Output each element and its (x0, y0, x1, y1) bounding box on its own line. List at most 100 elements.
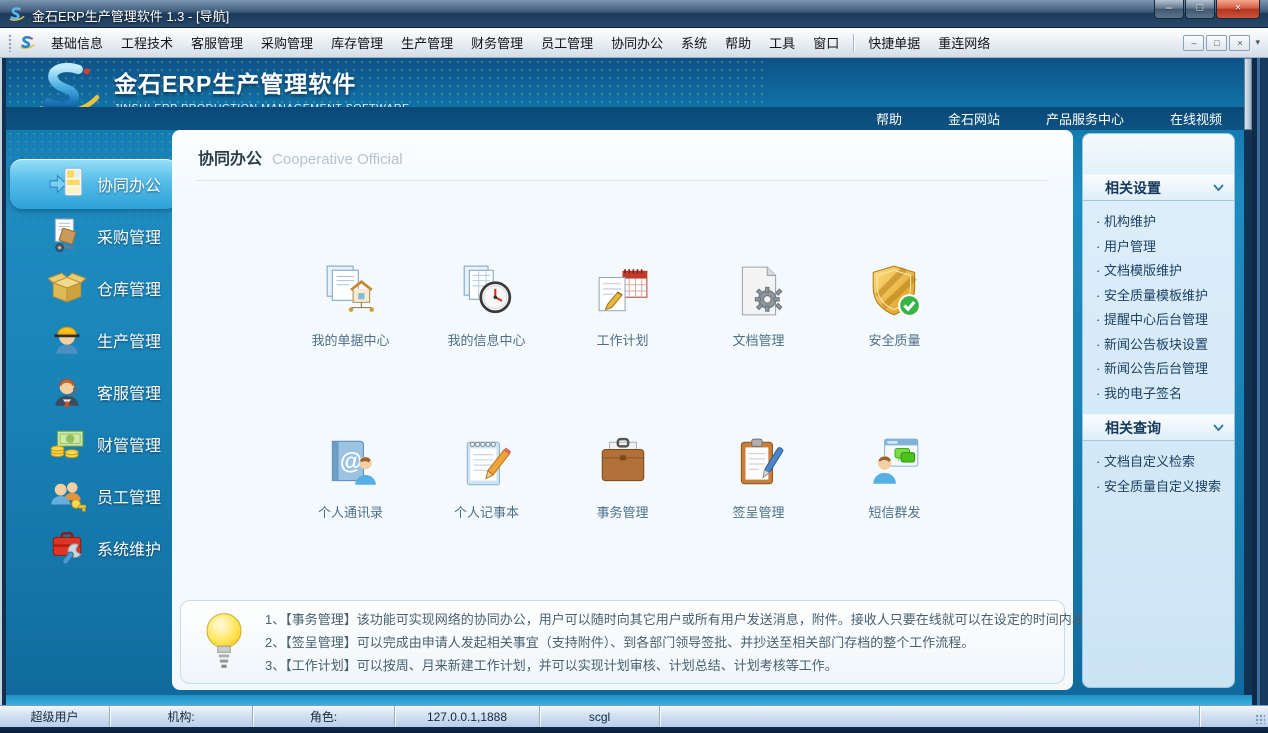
mdi-minimize-button[interactable]: – (1183, 34, 1205, 51)
module-grid: 我的单据中心 我的信息中心 工作计划 文档管理 安全质量 @ 个人通讯录 个人记… (283, 263, 963, 521)
link-online-video[interactable]: 在线视频 (1170, 109, 1222, 128)
rp-item-org-maintenance[interactable]: 机构维护 (1096, 210, 1230, 235)
document-management-icon (741, 266, 783, 316)
module-affairs[interactable]: 事务管理 (555, 435, 691, 521)
rp-item-reminder-admin[interactable]: 提醒中心后台管理 (1096, 308, 1230, 333)
cooperative-office-icon (49, 167, 83, 197)
menu-item-inventory[interactable]: 库存管理 (322, 31, 392, 54)
sidebar-item-system-maintenance[interactable]: 系统维护 (10, 522, 178, 574)
menu-item-purchase[interactable]: 采购管理 (252, 31, 322, 54)
menu-item-quick-bills[interactable]: 快捷单据 (859, 31, 929, 54)
sidebar-item-label: 采购管理 (97, 230, 162, 247)
maximize-button[interactable]: □ (1185, 0, 1215, 19)
menu-item-employee[interactable]: 员工管理 (532, 31, 602, 54)
scrollbar-thumb[interactable] (1244, 58, 1252, 130)
lightbulb-icon (206, 613, 242, 668)
module-document-management[interactable]: 文档管理 (691, 263, 827, 349)
chevron-down-icon (1213, 183, 1224, 191)
menu-item-production[interactable]: 生产管理 (392, 31, 462, 54)
sidebar-item-customer-service[interactable]: 客服管理 (10, 366, 178, 418)
rp-item-doc-custom-search[interactable]: 文档自定义检索 (1096, 450, 1230, 475)
rp-item-news-board-settings[interactable]: 新闻公告板块设置 (1096, 333, 1230, 358)
minimize-button[interactable]: – (1154, 0, 1184, 19)
module-sign-approval[interactable]: 签呈管理 (691, 435, 827, 521)
page-subtitle: Cooperative Official (272, 151, 403, 168)
link-help[interactable]: 帮助 (876, 109, 902, 128)
status-server-address: 127.0.0.1,1888 (395, 706, 540, 727)
menu-item-basic-info[interactable]: 基础信息 (42, 31, 112, 54)
rp-item-doc-template-maintenance[interactable]: 文档模版维护 (1096, 259, 1230, 284)
sidebar-item-label: 生产管理 (97, 334, 162, 351)
warehouse-icon (48, 272, 86, 303)
status-role: 角色: (253, 706, 395, 727)
affairs-icon (601, 437, 644, 482)
mdi-close-button[interactable]: × (1229, 34, 1251, 51)
module-label: 我的信息中心 (447, 333, 526, 348)
window-frame-right (1252, 58, 1268, 705)
sidebar-item-finance[interactable]: 财管管理 (10, 418, 178, 470)
finance-icon (50, 430, 84, 459)
mdi-restore-button[interactable]: □ (1206, 34, 1228, 51)
status-user: 超级用户 (0, 706, 110, 727)
status-organization: 机构: (110, 706, 253, 727)
module-work-plan[interactable]: 工作计划 (555, 263, 691, 349)
section-header-related-query[interactable]: 相关查询 (1083, 414, 1234, 441)
menu-item-system[interactable]: 系统 (672, 31, 716, 54)
related-settings-items: 机构维护 用户管理 文档模版维护 安全质量模板维护 提醒中心后台管理 新闻公告板… (1083, 201, 1234, 414)
toolbar-overflow-icon[interactable]: ▾ (1255, 37, 1260, 48)
sidebar-item-production[interactable]: 生产管理 (10, 314, 178, 366)
menu-item-finance[interactable]: 财务管理 (462, 31, 532, 54)
module-safety-quality[interactable]: 安全质量 (827, 263, 963, 349)
client-area: 金石ERP生产管理软件 JINSHI ERP PRODUCTION MANAGE… (6, 58, 1252, 705)
section-header-related-settings[interactable]: 相关设置 (1083, 174, 1234, 201)
resize-grip[interactable] (1200, 706, 1268, 727)
header-divider (196, 180, 1049, 181)
menu-item-engineering[interactable]: 工程技术 (112, 31, 182, 54)
rp-item-safety-template-maintenance[interactable]: 安全质量模板维护 (1096, 284, 1230, 309)
tip-line-3: 3、【工作计划】可以按周、月来新建工作计划，并可以实现计划审核、计划总结、计划考… (265, 657, 838, 673)
module-notepad[interactable]: 个人记事本 (419, 435, 555, 521)
sidebar-item-label: 客服管理 (97, 386, 162, 403)
sidebar-item-warehouse[interactable]: 仓库管理 (10, 262, 178, 314)
system-maintenance-icon (52, 531, 82, 565)
close-button[interactable]: × (1216, 0, 1260, 19)
rp-item-news-admin[interactable]: 新闻公告后台管理 (1096, 357, 1230, 382)
menu-item-tools[interactable]: 工具 (760, 31, 804, 54)
window-frame-left (0, 58, 6, 705)
toolbar-grip[interactable] (8, 33, 13, 52)
chevron-down-icon (1213, 423, 1224, 431)
sidebar-item-cooperative-office[interactable]: 协同办公 (10, 159, 178, 209)
rp-item-user-management[interactable]: 用户管理 (1096, 235, 1230, 260)
module-info-center[interactable]: 我的信息中心 (419, 263, 555, 349)
status-module-code: scgl (540, 706, 660, 727)
banner-title: 金石ERP生产管理软件 (114, 70, 357, 97)
menu-item-cooperative[interactable]: 协同办公 (602, 31, 672, 54)
module-label: 短信群发 (868, 505, 921, 520)
menu-item-help[interactable]: 帮助 (716, 31, 760, 54)
module-contacts[interactable]: @ 个人通讯录 (283, 435, 419, 521)
module-label: 我的单据中心 (311, 333, 390, 348)
sidebar-item-employee[interactable]: 员工管理 (10, 470, 178, 522)
section-title: 相关设置 (1105, 179, 1161, 196)
tips-box: 1、【事务管理】该功能可实现网络的协同办公，用户可以随时向其它用户或所有用户发送… (180, 600, 1111, 684)
rp-item-my-esignature[interactable]: 我的电子签名 (1096, 382, 1230, 407)
banner-links-row: 帮助 金石网站 产品服务中心 在线视频 (6, 107, 1252, 130)
rp-item-safety-custom-search[interactable]: 安全质量自定义搜索 (1096, 475, 1230, 500)
menu-item-reconnect[interactable]: 重连网络 (929, 31, 999, 54)
menu-logo-icon (20, 36, 35, 50)
notepad-icon (466, 441, 511, 486)
menu-item-window[interactable]: 窗口 (804, 31, 848, 54)
contacts-icon: @ (331, 440, 376, 485)
link-jinshi-website[interactable]: 金石网站 (948, 109, 1000, 128)
link-product-service-center[interactable]: 产品服务中心 (1046, 109, 1124, 128)
vertical-scrollbar[interactable] (1244, 58, 1252, 705)
menu-item-customer-service[interactable]: 客服管理 (182, 31, 252, 54)
module-sms-broadcast[interactable]: 短信群发 (827, 435, 963, 521)
sidebar-item-purchase[interactable]: 采购管理 (10, 210, 178, 262)
module-bills-center[interactable]: 我的单据中心 (283, 263, 419, 349)
window-title: 金石ERP生产管理软件 1.3 - [导航] (32, 9, 230, 24)
purchase-icon (54, 218, 77, 252)
sidebar-item-label: 系统维护 (97, 542, 162, 559)
status-bar: 超级用户 机构: 角色: 127.0.0.1,1888 scgl (0, 705, 1268, 727)
sign-approval-icon (740, 438, 783, 485)
